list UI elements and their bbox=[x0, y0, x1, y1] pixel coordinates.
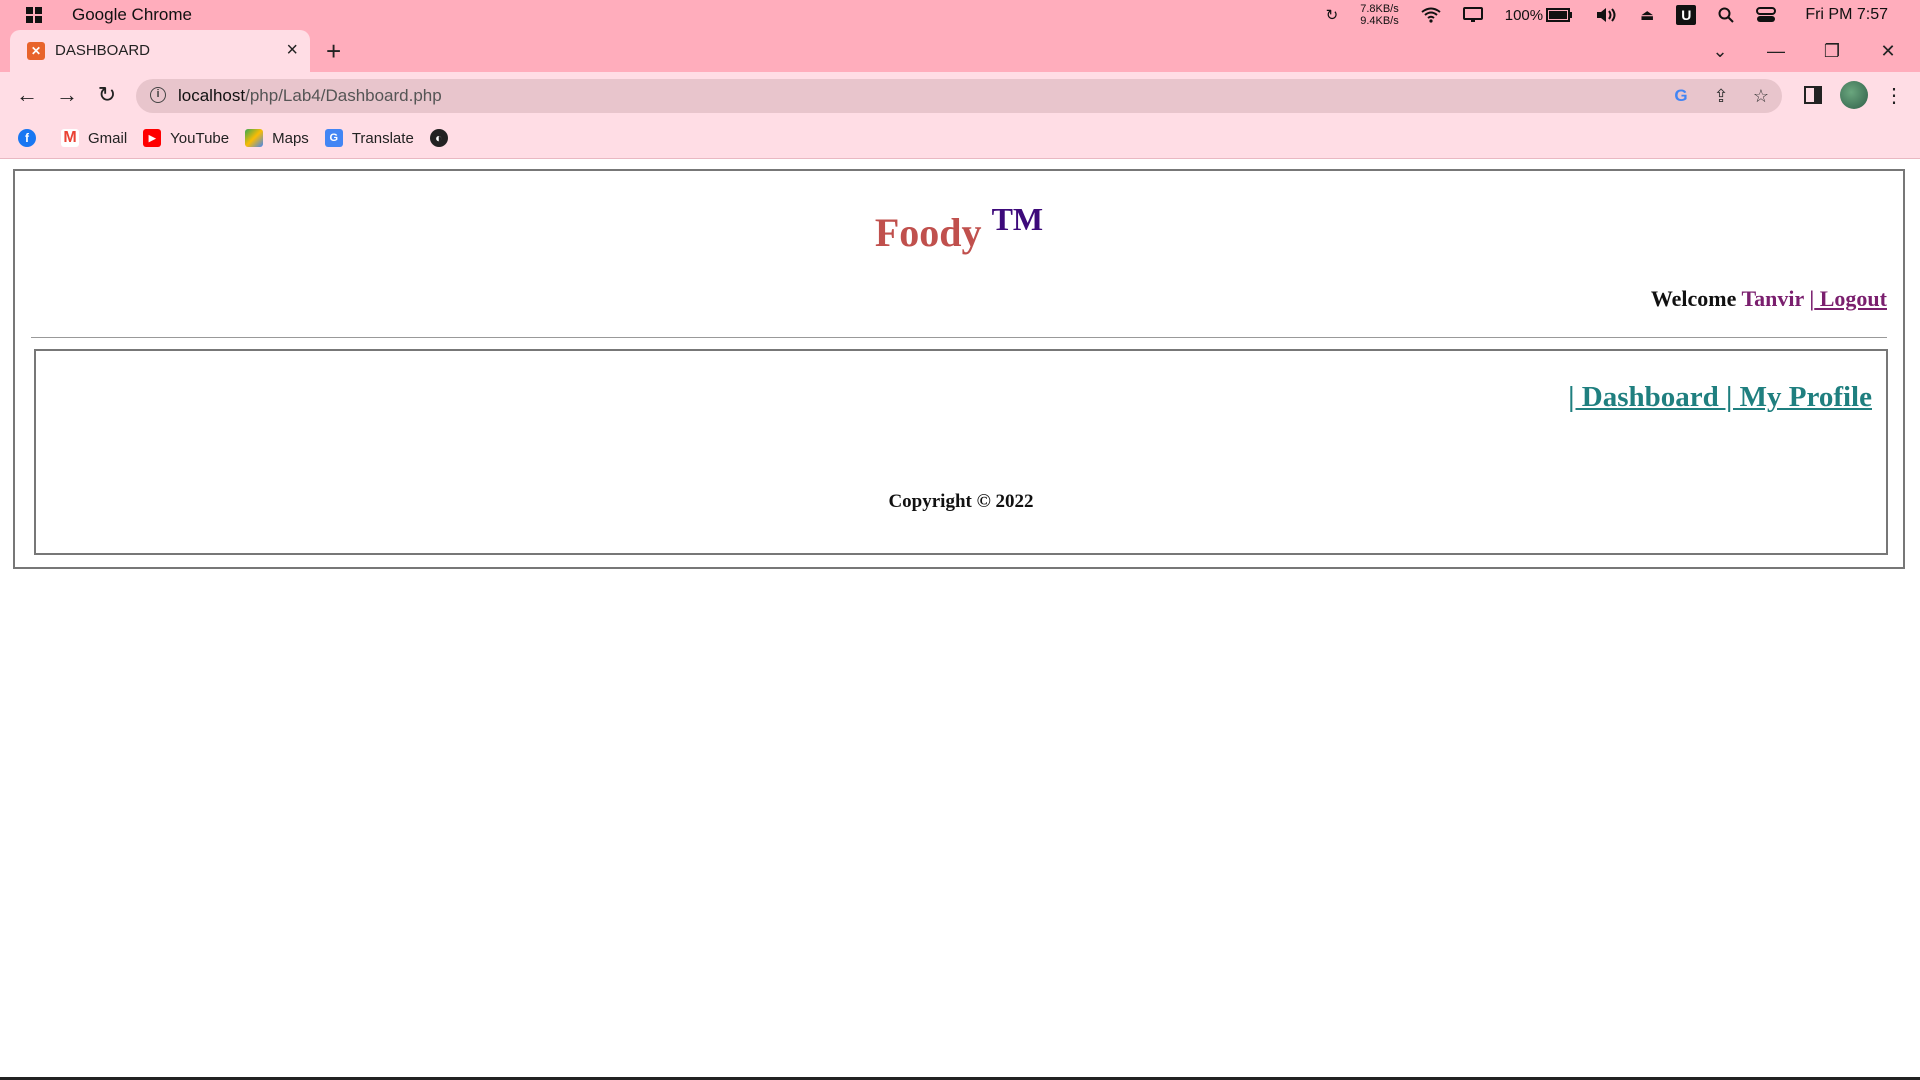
content-box: | Dashboard | My Profile Copyright © 202… bbox=[34, 349, 1888, 555]
tab-search-icon[interactable]: ⌄ bbox=[1692, 30, 1748, 72]
welcome-bar: Welcome Tanvir | Logout bbox=[1651, 286, 1887, 312]
forward-icon[interactable]: → bbox=[53, 81, 81, 109]
logout-link[interactable]: | Logout bbox=[1809, 286, 1887, 311]
back-icon[interactable]: ← bbox=[13, 81, 41, 109]
bookmark-label: Translate bbox=[351, 129, 414, 147]
clock[interactable]: Fri PM 7:57 bbox=[1805, 6, 1888, 24]
youtube-icon: ▶ bbox=[143, 129, 162, 147]
wifi-icon[interactable] bbox=[1421, 7, 1441, 23]
app-title: Google Chrome bbox=[72, 5, 193, 24]
close-window-button[interactable]: ✕ bbox=[1860, 30, 1916, 72]
tab-strip: ✕ DASHBOARD × + ⌄ — ❐ ✕ bbox=[0, 30, 1920, 72]
bookmarks-bar: f M Gmail ▶ YouTube Maps G Translate ◐ bbox=[0, 118, 1920, 159]
site-brand: Foody TM bbox=[15, 201, 1903, 256]
page-viewport: Foody TM Welcome Tanvir | Logout | Dashb… bbox=[0, 159, 1920, 1080]
volume-icon[interactable] bbox=[1596, 7, 1618, 23]
profile-avatar[interactable] bbox=[1840, 81, 1868, 109]
new-tab-button[interactable]: + bbox=[326, 36, 341, 67]
tab-close-icon[interactable]: × bbox=[286, 39, 298, 62]
tab-dashboard[interactable]: ✕ DASHBOARD × bbox=[10, 30, 310, 72]
header-divider bbox=[31, 337, 1887, 338]
url-host: localhost bbox=[178, 86, 246, 105]
translate-icon: G bbox=[324, 129, 343, 147]
bookmark-youtube[interactable]: ▶ YouTube bbox=[143, 129, 229, 147]
system-tray: ↻ 7.8KB/s 9.4KB/s 100% ⏏ U Fri PM 7:57 bbox=[1315, 0, 1920, 30]
brand-name: Foody bbox=[874, 210, 982, 255]
copyright-footer: Copyright © 2022 bbox=[888, 491, 1034, 512]
xampp-favicon-icon: ✕ bbox=[27, 42, 45, 60]
os-title-bar: Google Chrome ↻ 7.8KB/s 9.4KB/s 100% ⏏ U … bbox=[0, 0, 1920, 30]
bookmark-translate[interactable]: G Translate bbox=[324, 129, 414, 147]
google-lens-icon[interactable]: G bbox=[1670, 85, 1692, 107]
sync-icon[interactable]: ↻ bbox=[1326, 6, 1339, 24]
minimize-button[interactable]: — bbox=[1748, 30, 1804, 72]
battery-percent: 100% bbox=[1504, 6, 1544, 24]
bookmark-gmail[interactable]: M Gmail bbox=[61, 129, 127, 147]
reload-icon[interactable]: ↻ bbox=[93, 81, 121, 109]
network-speed: 7.8KB/s 9.4KB/s bbox=[1360, 3, 1399, 27]
net-up: 7.8KB/s bbox=[1360, 3, 1399, 15]
url-text[interactable]: localhost/php/Lab4/Dashboard.php bbox=[178, 86, 442, 106]
bookmark-label: YouTube bbox=[170, 129, 230, 147]
u-app-icon[interactable]: U bbox=[1676, 5, 1697, 25]
net-down: 9.4KB/s bbox=[1360, 15, 1399, 27]
bookmark-label: Maps bbox=[272, 129, 309, 147]
site-info-icon[interactable]: i bbox=[150, 87, 166, 103]
windows-start-icon[interactable] bbox=[26, 7, 42, 23]
bookmark-star-icon[interactable]: ☆ bbox=[1750, 85, 1772, 107]
bookmark-maps[interactable]: Maps bbox=[245, 129, 309, 147]
bookmark-globe[interactable]: ◐ bbox=[429, 129, 457, 147]
eject-icon[interactable]: ⏏ bbox=[1640, 6, 1654, 24]
restore-button[interactable]: ❐ bbox=[1804, 30, 1860, 72]
gmail-icon: M bbox=[61, 129, 79, 147]
side-panel-icon[interactable] bbox=[1799, 81, 1827, 109]
address-bar[interactable]: i localhost/php/Lab4/Dashboard.php G ⇪ ☆ bbox=[136, 79, 1782, 113]
bookmark-facebook[interactable]: f bbox=[18, 129, 45, 147]
globe-icon: ◐ bbox=[429, 129, 448, 147]
dashboard-menu-links[interactable]: | Dashboard | My Profile bbox=[1568, 381, 1872, 414]
bookmark-label: Gmail bbox=[88, 129, 128, 147]
welcome-text: Welcome bbox=[1650, 286, 1737, 311]
maps-icon bbox=[245, 129, 264, 147]
battery-indicator[interactable]: 100% bbox=[1505, 7, 1574, 24]
display-icon[interactable] bbox=[1462, 7, 1483, 23]
share-icon[interactable]: ⇪ bbox=[1710, 85, 1732, 107]
menu-kebab-icon[interactable]: ⋮ bbox=[1880, 81, 1908, 109]
logout-label: Logout bbox=[1814, 286, 1887, 311]
search-icon[interactable] bbox=[1718, 7, 1735, 23]
username: Tanvir bbox=[1741, 286, 1804, 311]
battery-icon bbox=[1546, 8, 1573, 22]
browser-toolbar: ← → ↻ i localhost/php/Lab4/Dashboard.php… bbox=[0, 72, 1920, 118]
facebook-icon: f bbox=[18, 129, 36, 147]
control-center-icon[interactable] bbox=[1756, 7, 1777, 23]
brand-trademark: TM bbox=[991, 201, 1044, 237]
page-container: Foody TM Welcome Tanvir | Logout | Dashb… bbox=[13, 169, 1905, 569]
tab-title: DASHBOARD bbox=[55, 42, 151, 59]
url-path: /php/Lab4/Dashboard.php bbox=[245, 86, 442, 105]
